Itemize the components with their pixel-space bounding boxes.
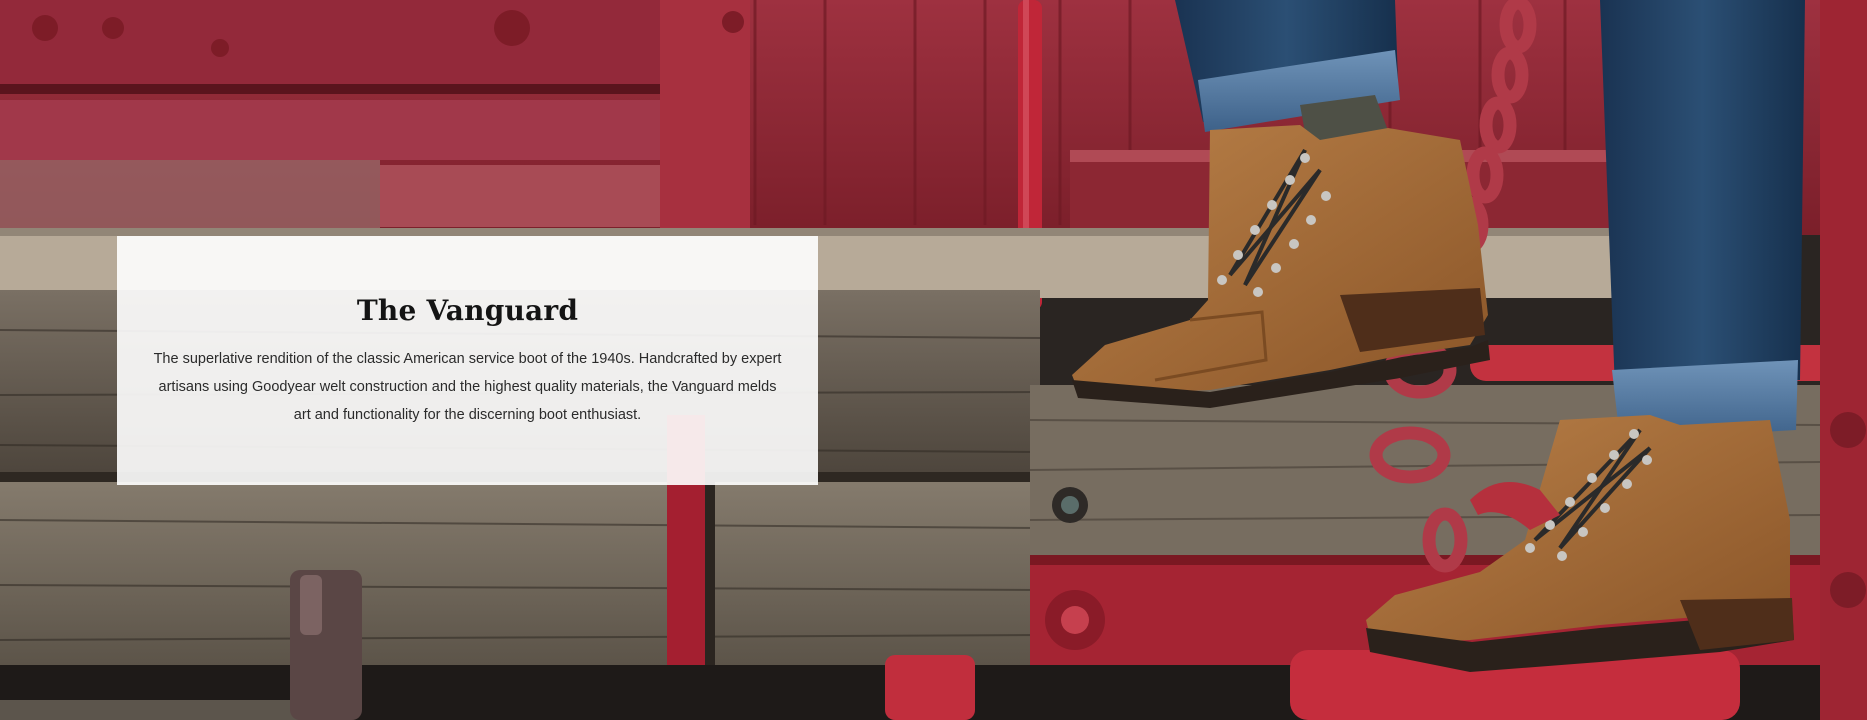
product-overlay-card: The Vanguard The superlative rendition o… — [117, 236, 818, 485]
product-title: The Vanguard — [356, 294, 579, 327]
hero-section: The Vanguard The superlative rendition o… — [0, 0, 1867, 720]
product-description: The superlative rendition of the classic… — [153, 350, 782, 423]
